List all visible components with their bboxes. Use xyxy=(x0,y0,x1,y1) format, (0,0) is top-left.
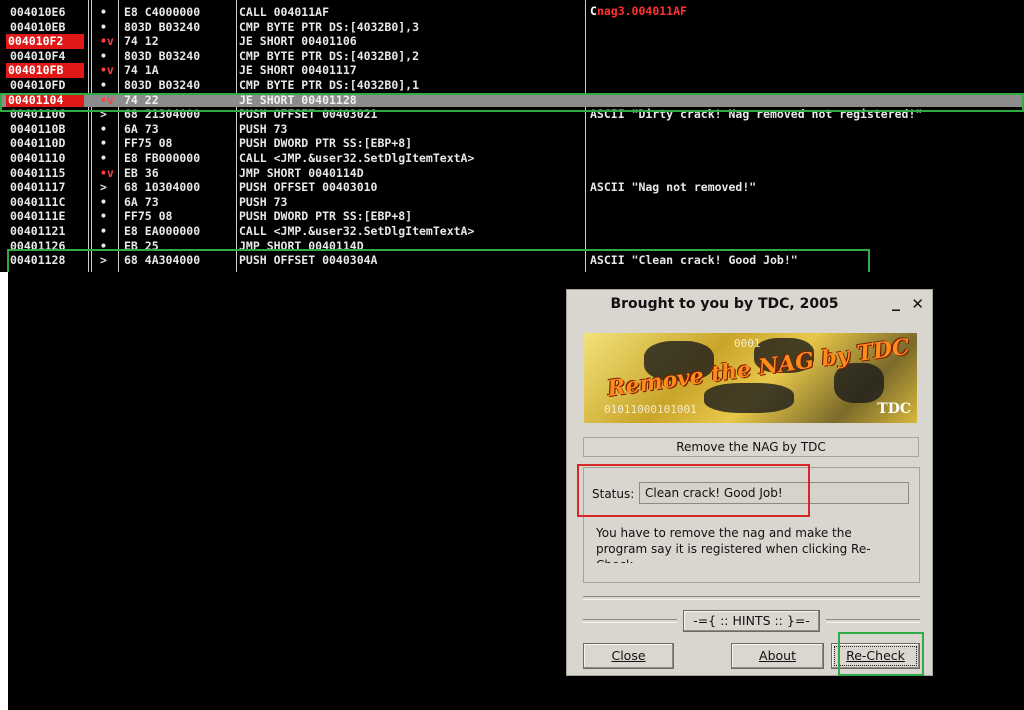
instruction-cell: PUSH 73 xyxy=(239,121,288,136)
marker-cell: • xyxy=(100,151,107,165)
address-cell: 0040111C xyxy=(10,194,66,209)
instruction-cell: JE SHORT 00401117 xyxy=(239,63,357,78)
instruction-cell: PUSH OFFSET 00403010 xyxy=(239,180,378,195)
banner-binary-text: 0001 xyxy=(734,337,761,350)
top-comment-row: Cnag3.004011AF xyxy=(0,4,1024,19)
hints-button[interactable]: -={ :: HINTS :: }=- xyxy=(683,610,820,632)
instruction-cell: PUSH DWORD PTR SS:[EBP+8] xyxy=(239,136,413,151)
status-highlight xyxy=(577,464,810,517)
hex-cell: FF75 08 xyxy=(124,209,173,224)
call-comment: Cnag3.004011AF xyxy=(590,4,687,18)
marker-cell: • xyxy=(100,194,107,209)
disasm-row[interactable]: 0040111E • FF75 08 PUSH DWORD PTR SS:[EBP+8… xyxy=(0,209,1024,224)
marker-cell: • xyxy=(100,48,107,63)
about-button[interactable]: About xyxy=(731,643,824,669)
disasm-row[interactable]: 0040110D • FF75 08 PUSH DWORD PTR SS:[EBP+8… xyxy=(0,136,1024,151)
left-margin xyxy=(0,272,8,710)
instructions-text: You have to remove the nag and make the … xyxy=(596,526,871,563)
marker-cell: • xyxy=(100,121,107,136)
address-cell: 00401110 xyxy=(10,151,66,165)
address-cell: 004010FD xyxy=(10,78,66,92)
selected-jump-highlight xyxy=(0,93,1024,112)
instruction-cell: PUSH DWORD PTR SS:[EBP+8] xyxy=(239,209,413,224)
disassembly-pane[interactable]: 004010E6 • E8 C4000000 CALL 004011AF 004010E… xyxy=(0,0,1024,272)
address-cell: 0040110B xyxy=(10,121,66,136)
address-cell: 0040110D xyxy=(10,136,66,151)
marker-cell: •v xyxy=(100,165,114,180)
address-cell: 004010EB xyxy=(10,19,66,34)
hex-cell: 74 12 xyxy=(124,34,159,49)
hex-cell: FF75 08 xyxy=(124,136,173,151)
hex-cell: 6A 73 xyxy=(124,194,159,209)
marker-cell: • xyxy=(100,136,107,151)
disasm-row[interactable]: 004010FD • 803D B03240 CMP BYTE PTR DS:[403… xyxy=(0,78,1024,93)
marker-cell: > xyxy=(100,180,107,195)
disasm-row[interactable]: 00401110 • E8 FB000000 CALL <JMP.&user32.Se… xyxy=(0,151,1024,166)
disasm-row[interactable]: 0040111C • 6A 73 PUSH 73 xyxy=(0,195,1024,210)
disasm-row[interactable]: 004010EB • 803D B03240 CMP BYTE PTR DS:[403… xyxy=(0,20,1024,35)
disasm-row[interactable]: 00401117 >68 10304000 PUSH OFFSET 00403010… xyxy=(0,180,1024,195)
hex-cell: E8 FB000000 xyxy=(124,151,201,165)
address-cell: 00401121 xyxy=(10,224,66,238)
instruction-cell: JE SHORT 00401106 xyxy=(239,34,357,49)
marker-cell: •v xyxy=(100,34,114,49)
marker-cell: • xyxy=(100,224,107,238)
dialog-title: Brought to you by TDC, 2005 xyxy=(610,296,839,312)
disasm-row[interactable]: 00401115 •v EB 36 JMP SHORT 0040114D xyxy=(0,166,1024,181)
address-cell: 00401115 xyxy=(10,165,66,180)
hex-cell: 803D B03240 xyxy=(124,19,201,34)
hex-cell: 68 10304000 xyxy=(124,180,201,195)
hex-cell: 803D B03240 xyxy=(124,78,201,92)
address-cell: 00401117 xyxy=(10,180,66,195)
comment-cell: ASCII "Nag not removed!" xyxy=(590,180,757,195)
instruction-cell: CALL <JMP.&user32.SetDlgItemTextA> xyxy=(239,151,475,165)
disasm-row[interactable]: 0040110B • 6A 73 PUSH 73 xyxy=(0,122,1024,137)
close-button[interactable]: Close xyxy=(583,643,674,669)
minimize-button[interactable]: _ xyxy=(892,292,900,311)
divider xyxy=(583,596,920,600)
marker-cell: • xyxy=(100,78,107,92)
divider xyxy=(826,619,920,623)
banner-binary-text: 01011000101001 xyxy=(604,403,697,416)
marker-cell: • xyxy=(100,209,107,224)
banner-logo: TDC xyxy=(877,401,911,417)
instruction-cell: JMP SHORT 0040114D xyxy=(239,165,364,180)
disasm-row[interactable]: 00401121 • E8 EA000000 CALL <JMP.&user32.Se… xyxy=(0,224,1024,239)
instruction-cell: CALL <JMP.&user32.SetDlgItemTextA> xyxy=(239,224,475,238)
hex-cell: EB 36 xyxy=(124,165,159,180)
disasm-row[interactable]: 004010FB •v 74 1A JE SHORT 00401117 xyxy=(0,63,1024,78)
close-icon[interactable]: ✕ xyxy=(911,295,924,313)
hex-cell: 6A 73 xyxy=(124,121,159,136)
banner-image: 0001 01011000101001 Remove the NAG by TD… xyxy=(584,333,917,423)
address-cell: 004010F2 xyxy=(6,34,84,49)
hex-cell: 74 1A xyxy=(124,63,159,78)
hex-cell: 803D B03240 xyxy=(124,48,201,63)
disasm-row[interactable]: 004010F4 • 803D B03240 CMP BYTE PTR DS:[403… xyxy=(0,49,1024,64)
instruction-cell: CMP BYTE PTR DS:[4032B0],3 xyxy=(239,19,420,34)
address-cell: 004010F4 xyxy=(10,48,66,63)
dialog-titlebar[interactable]: Brought to you by TDC, 2005 _ ✕ xyxy=(567,290,932,320)
clean-crack-target-highlight xyxy=(7,249,870,272)
marker-cell: • xyxy=(100,19,107,34)
disasm-row[interactable]: 004010F2 •v 74 12 JE SHORT 00401106 xyxy=(0,34,1024,49)
address-cell: 0040111E xyxy=(10,209,66,224)
recheck-highlight xyxy=(838,632,924,676)
instruction-cell: CMP BYTE PTR DS:[4032B0],2 xyxy=(239,48,420,63)
hex-cell: E8 EA000000 xyxy=(124,224,201,238)
instruction-cell: CMP BYTE PTR DS:[4032B0],1 xyxy=(239,78,420,92)
address-cell: 004010FB xyxy=(6,63,84,78)
marker-cell: •v xyxy=(100,63,114,78)
dialog-subtitle: Remove the NAG by TDC xyxy=(583,437,919,457)
instruction-cell: PUSH 73 xyxy=(239,194,288,209)
divider xyxy=(583,619,677,623)
